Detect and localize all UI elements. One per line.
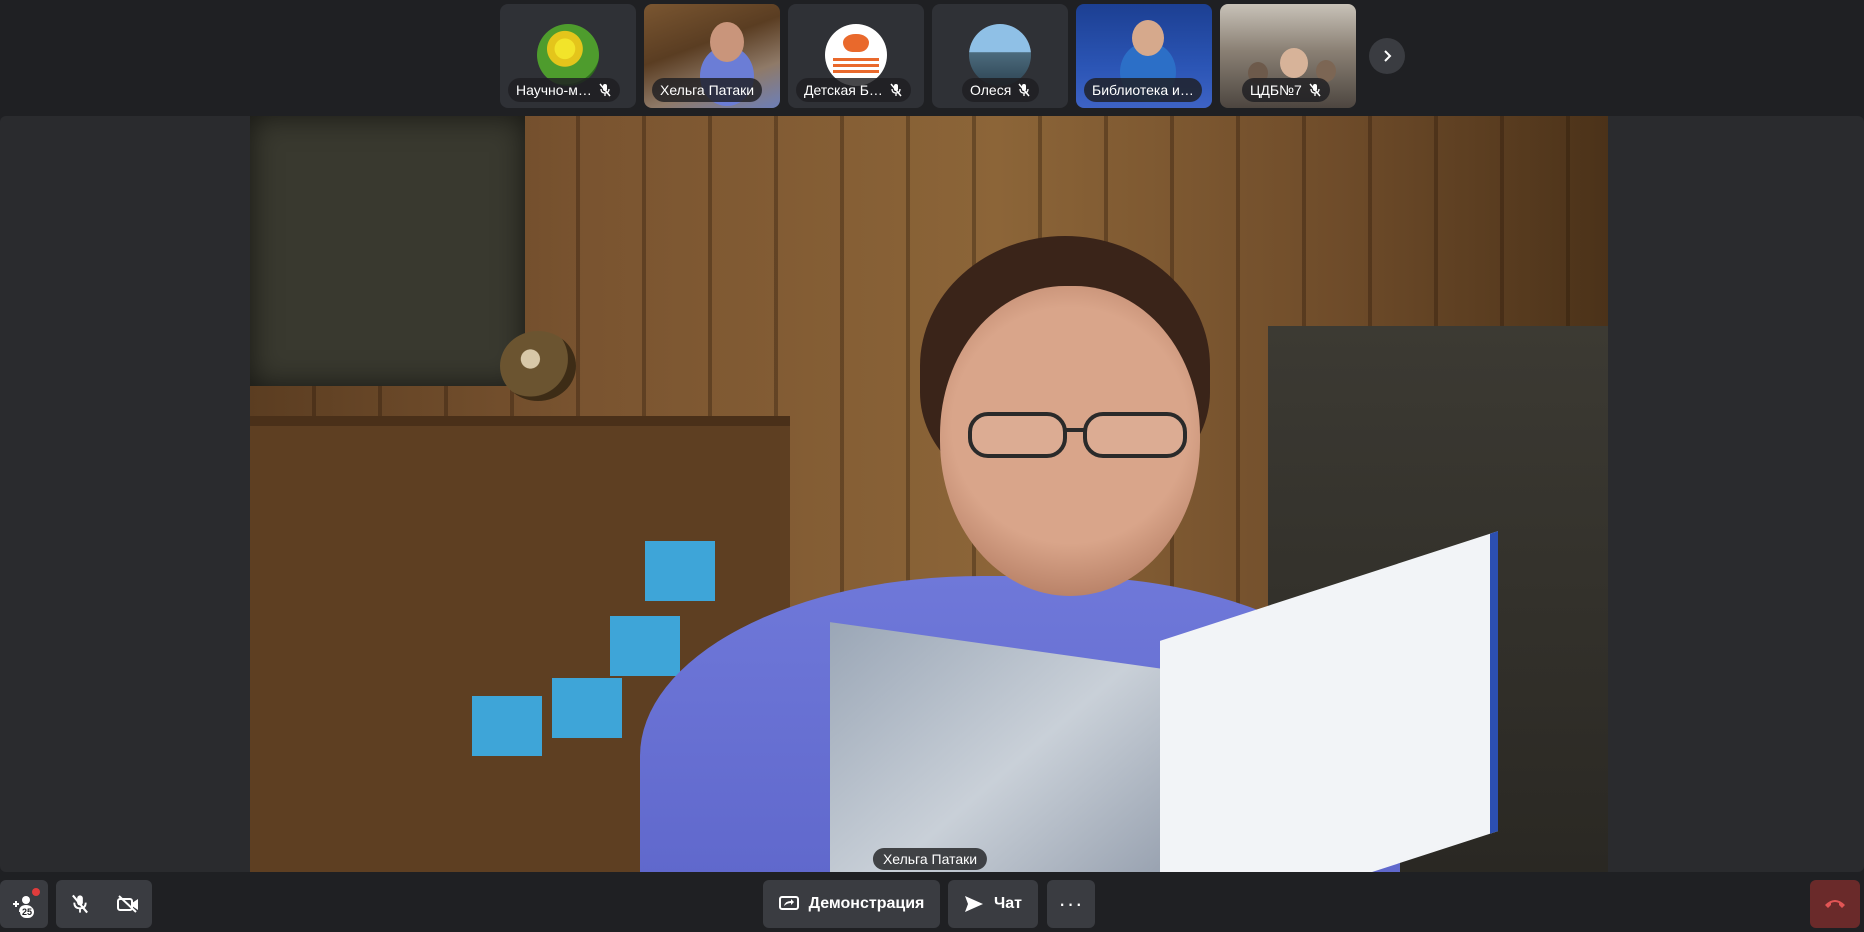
video-sticky-note <box>645 541 715 601</box>
participant-tile[interactable]: Олеся <box>932 4 1068 108</box>
participant-strip: Научно-м… Хельга Патаки Детская Б… Олеся… <box>500 4 1356 108</box>
mic-off-icon <box>1309 83 1321 97</box>
participant-nameplate: Библиотека и… <box>1084 78 1202 102</box>
notification-dot <box>32 888 40 896</box>
more-icon: ··· <box>1058 891 1084 916</box>
participant-name: ЦДБ№7 <box>1250 82 1302 98</box>
speaker-video[interactable] <box>250 116 1608 872</box>
participant-name: Хельга Патаки <box>660 82 755 98</box>
participant-tile[interactable]: ЦДБ№7 <box>1220 4 1356 108</box>
video-person-glasses <box>968 412 1187 458</box>
send-icon <box>965 896 983 912</box>
chevron-right-icon <box>1384 50 1392 62</box>
participant-tile[interactable]: Библиотека и… <box>1076 4 1212 108</box>
participant-nameplate: Олеся <box>962 78 1040 102</box>
participant-count-badge: 25 <box>20 906 35 918</box>
camera-off-icon <box>117 895 138 913</box>
hangup-button[interactable] <box>1810 880 1860 928</box>
participant-tile[interactable]: Хельга Патаки <box>644 4 780 108</box>
video-sticky-note <box>610 616 680 676</box>
participant-nameplate: ЦДБ№7 <box>1242 78 1330 102</box>
mic-toggle-button[interactable] <box>56 894 104 914</box>
screen-share-button[interactable]: Демонстрация <box>763 880 940 928</box>
participants-button[interactable]: 25 <box>0 880 48 928</box>
speaker-nameplate: Хельга Патаки <box>872 848 988 870</box>
mountain-avatar <box>969 24 1031 86</box>
screen-share-label: Демонстрация <box>808 895 925 912</box>
chat-label: Чат <box>994 895 1022 912</box>
chat-button[interactable]: Чат <box>948 880 1038 928</box>
mic-off-icon <box>599 83 611 97</box>
participant-tile[interactable]: Детская Б… <box>788 4 924 108</box>
strip-next-button[interactable] <box>1369 38 1405 74</box>
participant-name: Научно-м… <box>516 82 592 98</box>
video-sticky-note <box>552 678 622 738</box>
media-controls <box>56 880 152 928</box>
participant-nameplate: Хельга Патаки <box>652 78 763 102</box>
participant-nameplate: Научно-м… <box>508 78 620 102</box>
mic-off-icon <box>1018 83 1030 97</box>
participant-name: Олеся <box>970 82 1012 98</box>
video-plaque <box>250 116 525 386</box>
flower-avatar <box>537 24 599 86</box>
bottom-toolbar: 25 Демонстрация Чат ··· <box>0 880 1864 928</box>
phone-hangup-icon <box>1825 900 1845 908</box>
video-sticky-note <box>472 696 542 756</box>
library-logo-avatar <box>825 24 887 86</box>
mic-off-icon <box>890 83 902 97</box>
participant-tile[interactable]: Научно-м… <box>500 4 636 108</box>
participant-nameplate: Детская Б… <box>796 78 911 102</box>
camera-toggle-button[interactable] <box>104 895 152 913</box>
main-stage: Хельга Патаки <box>0 116 1864 872</box>
screen-share-icon <box>778 896 799 910</box>
more-button[interactable]: ··· <box>1047 880 1095 928</box>
video-lamp <box>500 331 576 401</box>
participant-name: Детская Б… <box>804 82 883 98</box>
participant-name: Библиотека и… <box>1092 82 1194 98</box>
mic-off-icon <box>72 894 88 914</box>
